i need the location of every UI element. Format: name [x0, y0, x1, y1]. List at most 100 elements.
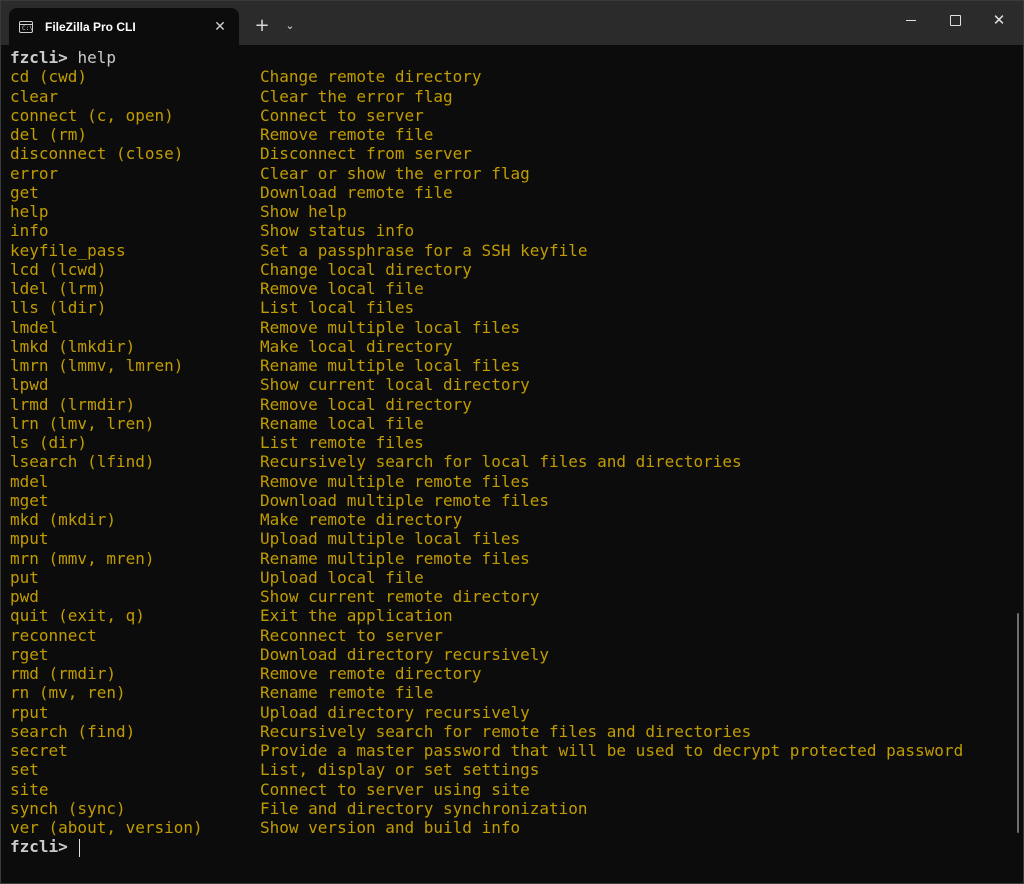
help-row: site Connect to server using site: [10, 780, 1023, 799]
help-command-list: cd (cwd) Change remote directory clear Clea…: [10, 67, 1023, 837]
command-name: disconnect (close): [10, 144, 184, 164]
command-name: mget: [10, 490, 49, 510]
command-name: clear: [10, 86, 59, 106]
chevron-down-icon[interactable]: ⌄: [279, 13, 301, 37]
command-name: pwd: [10, 587, 39, 606]
close-icon: ✕: [992, 10, 1006, 29]
help-row: get Download remote file: [10, 183, 1023, 202]
command-name: mrn (mmv, mren): [10, 548, 155, 568]
command-name: rget: [10, 644, 49, 664]
help-row: ls (dir) List remote files: [10, 433, 1023, 452]
help-row: reconnect Reconnect to server: [10, 626, 1023, 645]
help-row: keyfile_pass Set a passphrase for a SSH k…: [10, 241, 1023, 260]
command-name: help: [10, 202, 49, 221]
command-description: Set a passphrase for a SSH keyfile: [260, 240, 588, 260]
command-description: Upload multiple local files: [260, 529, 521, 549]
command-name: synch (sync): [10, 798, 126, 818]
close-window-button[interactable]: ✕: [977, 1, 1021, 39]
command-description: Upload directory recursively: [260, 702, 530, 722]
command-description: Remove remote directory: [260, 664, 482, 683]
command-name: info: [10, 221, 49, 241]
help-row: synch (sync) File and directory synchroni…: [10, 799, 1023, 818]
command-description: Change remote directory: [260, 67, 482, 87]
command-description: Remove multiple local files: [260, 317, 521, 337]
command-name: lrn (lmv, lren): [10, 413, 155, 433]
command-name: put: [10, 567, 39, 587]
prompt-line: fzcli> help: [10, 48, 1023, 67]
command-description: Connect to server: [260, 105, 424, 125]
minimize-icon: [906, 19, 916, 21]
help-row: secret Provide a master password that wil…: [10, 741, 1023, 760]
help-row: lmkd (lmkdir) Make local directory: [10, 337, 1023, 356]
entered-command: help: [77, 48, 116, 67]
command-description: Remove multiple remote files: [260, 471, 530, 491]
command-description: Connect to server using site: [260, 779, 530, 799]
command-description: Make remote directory: [260, 510, 463, 529]
command-name: rn (mv, ren): [10, 683, 126, 703]
command-description: Rename remote file: [260, 683, 434, 703]
command-name: site: [10, 779, 49, 799]
maximize-button[interactable]: [933, 1, 977, 39]
command-name: rmd (rmdir): [10, 664, 116, 683]
help-row: set List, display or set settings: [10, 760, 1023, 779]
help-row: ver (about, version) Show version and bui…: [10, 818, 1023, 837]
command-name: mkd (mkdir): [10, 510, 116, 529]
command-name: keyfile_pass: [10, 240, 126, 260]
help-row: disconnect (close) Disconnect from server: [10, 144, 1023, 163]
command-name: cd (cwd): [10, 67, 88, 87]
command-name: lsearch (lfind): [10, 452, 155, 472]
command-name: error: [10, 163, 59, 183]
command-name: mdel: [10, 471, 49, 491]
command-name: lmrn (lmmv, lmren): [10, 356, 184, 375]
command-description: Clear or show the error flag: [260, 163, 530, 183]
scrollbar[interactable]: [1017, 613, 1019, 833]
terminal-output[interactable]: fzcli> help cd (cwd) Change remote direct…: [1, 45, 1023, 883]
command-description: Download multiple remote files: [260, 490, 549, 510]
help-row: rn (mv, ren) Rename remote file: [10, 683, 1023, 702]
minimize-button[interactable]: [889, 1, 933, 39]
tab-filezilla-pro-cli[interactable]: C:\ FileZilla Pro CLI ✕: [9, 8, 239, 45]
command-description: Disconnect from server: [260, 144, 472, 164]
command-description: Change local directory: [260, 259, 472, 279]
new-tab-button[interactable]: +: [249, 13, 275, 37]
command-description: Remove local directory: [260, 394, 472, 414]
command-description: Rename multiple local files: [260, 356, 521, 375]
command-description: Recursively search for remote files and …: [260, 721, 752, 741]
command-name: search (find): [10, 721, 136, 741]
help-row: lmdel Remove multiple local files: [10, 318, 1023, 337]
help-row: ldel (lrm) Remove local file: [10, 279, 1023, 298]
command-name: lrmd (lrmdir): [10, 394, 136, 414]
help-row: lsearch (lfind) Recursively search for lo…: [10, 452, 1023, 471]
input-prompt-line[interactable]: fzcli>: [10, 837, 1023, 857]
command-description: Provide a master password that will be u…: [260, 741, 964, 760]
prompt: fzcli>: [10, 837, 68, 857]
help-row: connect (c, open) Connect to server: [10, 106, 1023, 125]
command-name: mput: [10, 529, 49, 549]
command-description: Show version and build info: [260, 818, 521, 837]
help-row: rget Download directory recursively: [10, 645, 1023, 664]
prompt: fzcli>: [10, 48, 68, 67]
help-row: lmrn (lmmv, lmren) Rename multiple local …: [10, 356, 1023, 375]
command-description: Reconnect to server: [260, 625, 444, 645]
command-name: get: [10, 182, 39, 202]
command-description: Show current local directory: [260, 375, 530, 395]
command-name: del (rm): [10, 125, 88, 144]
command-name: lls (ldir): [10, 298, 107, 318]
command-name: lpwd: [10, 375, 49, 395]
command-description: List, display or set settings: [260, 760, 540, 780]
help-row: lls (ldir) List local files: [10, 298, 1023, 317]
help-row: mrn (mmv, mren) Rename multiple remote fi…: [10, 549, 1023, 568]
command-description: Show current remote directory: [260, 587, 540, 606]
command-description: Rename multiple remote files: [260, 548, 530, 568]
close-tab-icon[interactable]: ✕: [207, 14, 233, 40]
command-description: Clear the error flag: [260, 86, 453, 106]
help-row: lpwd Show current local directory: [10, 375, 1023, 394]
help-row: rmd (rmdir) Remove remote directory: [10, 664, 1023, 683]
command-name: set: [10, 760, 39, 780]
help-row: pwd Show current remote directory: [10, 587, 1023, 606]
command-name: secret: [10, 741, 68, 760]
terminal-icon: C:\: [19, 20, 33, 33]
command-description: Show help: [260, 202, 347, 221]
help-row: put Upload local file: [10, 568, 1023, 587]
command-description: Remove remote file: [260, 125, 434, 144]
